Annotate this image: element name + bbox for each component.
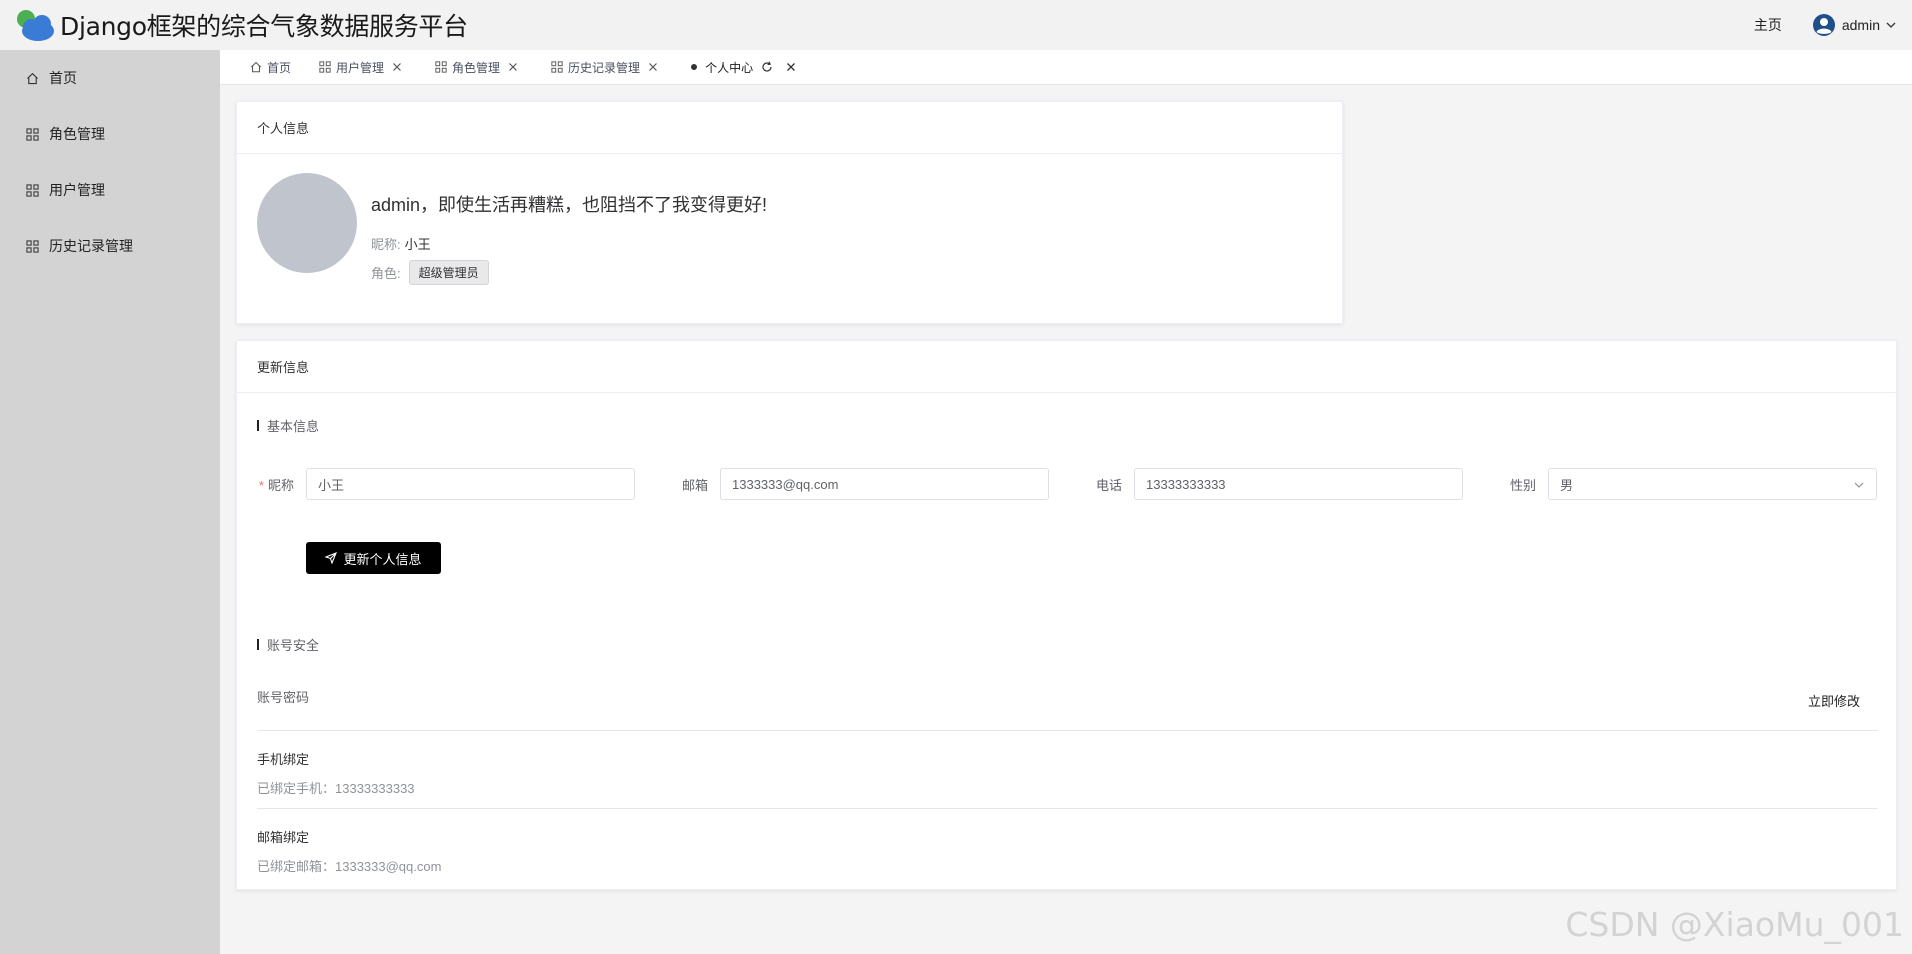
email-field-group: 邮箱 1333333@qq.com — [671, 468, 1049, 500]
email-bind-title: 邮箱绑定 — [257, 830, 310, 845]
gender-field-group: 性别 男 — [1499, 468, 1877, 500]
tab-users[interactable]: 用户管理 — [319, 59, 407, 76]
tabs-bar: 首页 用户管理 角色管理 历史记录管理 个人中心 — [220, 50, 1912, 85]
close-icon[interactable] — [648, 62, 658, 72]
close-icon[interactable] — [508, 62, 518, 72]
sidebar-item-label: 首页 — [49, 70, 77, 86]
phone-bind-row: 手机绑定 已绑定手机：13333333333 — [257, 749, 1878, 797]
email-bind-text: 已绑定邮箱：1333333@qq.com — [257, 859, 442, 874]
close-icon[interactable] — [392, 62, 402, 72]
user-menu[interactable]: admin — [1812, 13, 1896, 37]
grid-icon — [26, 127, 39, 141]
home-icon — [250, 61, 262, 73]
tab-history[interactable]: 历史记录管理 — [551, 59, 663, 76]
profile-card-title: 个人信息 — [237, 102, 1342, 154]
chevron-down-icon — [1854, 482, 1864, 488]
phone-input[interactable]: 13333333333 — [1134, 468, 1463, 500]
grid-icon — [26, 239, 39, 253]
nickname-field-label: * 昵称 — [258, 477, 294, 493]
grid-icon — [551, 61, 563, 73]
divider — [257, 808, 1878, 809]
password-row: 账号密码 — [257, 687, 1878, 706]
sidebar-item-label: 历史记录管理 — [49, 238, 133, 254]
greeting-text: admin，即使生活再糟糕，也阻挡不了我变得更好! — [371, 195, 768, 215]
active-dot-icon — [691, 64, 698, 70]
home-link[interactable]: 主页 — [1754, 15, 1782, 35]
nickname-label: 昵称: — [371, 237, 401, 252]
watermark: CSDN @XiaoMu_001 — [1565, 905, 1904, 944]
home-icon — [27, 72, 38, 84]
phone-field-label: 电话 — [1095, 477, 1122, 493]
grid-icon — [26, 183, 39, 197]
sidebar-item-roles[interactable]: 角色管理 — [0, 106, 220, 162]
username: admin — [1841, 17, 1880, 33]
gender-select-value: 男 — [1560, 477, 1574, 493]
modify-password-link[interactable]: 立即修改 — [1808, 691, 1860, 710]
account-security-title: 账号安全 — [267, 638, 320, 653]
phone-bind-title: 手机绑定 — [257, 752, 310, 767]
gender-field-label: 性别 — [1509, 477, 1536, 493]
sidebar-item-label: 角色管理 — [49, 126, 105, 142]
tab-label: 历史记录管理 — [568, 60, 641, 75]
user-avatar-icon — [1812, 14, 1835, 36]
tab-roles[interactable]: 角色管理 — [435, 59, 523, 76]
phone-bind-text: 已绑定手机：13333333333 — [257, 781, 415, 796]
email-field-label: 邮箱 — [681, 477, 708, 493]
nickname-input[interactable]: 小王 — [306, 468, 635, 500]
close-icon[interactable] — [786, 62, 796, 72]
phone-field-group: 电话 13333333333 — [1085, 468, 1463, 500]
update-profile-label: 更新个人信息 — [343, 551, 422, 567]
sidebar: 首页 角色管理 用户管理 历史记录管理 — [0, 50, 220, 954]
update-profile-button[interactable]: 更新个人信息 — [306, 542, 441, 574]
account-security-heading: 账号安全 — [257, 635, 319, 654]
basic-info-heading: 基本信息 — [257, 416, 319, 435]
sidebar-item-home[interactable]: 首页 — [0, 50, 220, 106]
basic-info-title: 基本信息 — [267, 419, 320, 434]
sidebar-item-label: 用户管理 — [49, 182, 105, 198]
email-bind-row: 邮箱绑定 已绑定邮箱：1333333@qq.com — [257, 827, 1878, 875]
divider — [257, 730, 1878, 731]
nickname-value: 小王 — [404, 237, 431, 252]
refresh-icon[interactable] — [761, 61, 773, 73]
tab-label: 首页 — [267, 60, 292, 75]
gender-select[interactable]: 男 — [1548, 468, 1877, 500]
tab-profile[interactable]: 个人中心 — [691, 59, 801, 76]
tab-label: 用户管理 — [336, 60, 385, 75]
update-card: 更新信息 基本信息 * 昵称 小王 邮箱 1333333@qq.com 电话 13… — [236, 340, 1897, 890]
profile-avatar — [257, 173, 357, 273]
grid-icon — [319, 61, 331, 73]
cloud-logo-icon — [14, 7, 56, 43]
nickname-row: 昵称: 小王 — [371, 234, 431, 253]
tab-home[interactable]: 首页 — [250, 59, 291, 76]
password-title: 账号密码 — [257, 690, 310, 705]
tab-label: 角色管理 — [452, 60, 501, 75]
tab-label: 个人中心 — [705, 60, 754, 75]
grid-icon — [435, 61, 447, 73]
sidebar-item-users[interactable]: 用户管理 — [0, 162, 220, 218]
chevron-down-icon — [1886, 22, 1896, 28]
role-badge: 超级管理员 — [408, 260, 489, 285]
email-input[interactable]: 1333333@qq.com — [720, 468, 1049, 500]
update-card-title: 更新信息 — [237, 341, 1896, 393]
role-row: 角色: 超级管理员 — [371, 260, 489, 285]
nickname-field-group: * 昵称 小王 — [257, 468, 635, 500]
send-icon — [325, 552, 338, 564]
sidebar-item-history[interactable]: 历史记录管理 — [0, 218, 220, 274]
top-header: Django框架的综合气象数据服务平台 主页 admin — [0, 0, 1912, 50]
role-label: 角色: — [371, 266, 401, 281]
app-title: Django框架的综合气象数据服务平台 — [60, 12, 468, 41]
profile-card: 个人信息 admin，即使生活再糟糕，也阻挡不了我变得更好! 昵称: 小王 角色:… — [236, 101, 1343, 324]
